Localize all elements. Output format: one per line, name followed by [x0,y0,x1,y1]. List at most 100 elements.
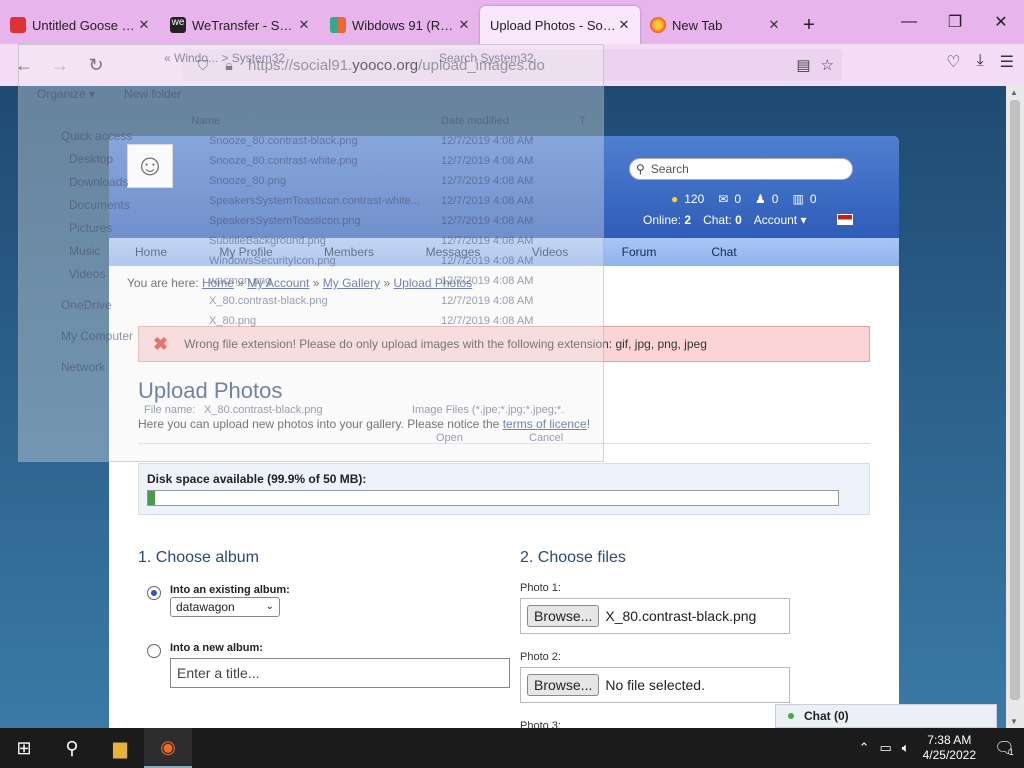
error-icon: ✖ [153,333,169,354]
photo-1-browse-button[interactable]: Browse... [527,605,600,627]
minimize-icon[interactable]: — [886,0,932,44]
choose-album-heading: 1. Choose album [138,549,259,566]
firefox-icon[interactable]: ◉ [144,728,192,768]
error-message: ✖ Wrong file extension! Please do only u… [138,326,870,362]
tab-close-icon[interactable]: ✕ [296,17,312,33]
tab-close-icon[interactable]: ✕ [136,17,152,33]
windows-favicon-icon [330,17,346,33]
menu-videos[interactable]: Videos [507,238,593,266]
mail-stat[interactable]: ✉ 0 [718,192,741,206]
new-tab-button[interactable]: + [790,6,828,44]
tab-goose[interactable]: Untitled Goose Gam ✕ [0,6,160,44]
page-title: Upload Photos [138,378,283,403]
shield-icon[interactable]: ⛉ [190,57,216,74]
breadcrumb-my-account[interactable]: My Account [247,276,309,290]
menu-messages[interactable]: Messages [399,238,507,266]
menu-home[interactable]: Home [109,238,193,266]
clock-date: 4/25/2022 [922,748,976,762]
new-album-title-input[interactable]: Enter a title... [170,658,510,688]
user-stats: ● 120 ✉ 0 ♟ 0 ▥ 0 [671,192,817,206]
site-search-input[interactable]: ⚲ Search [629,158,853,180]
new-album-radio[interactable] [147,644,161,658]
friends-stat[interactable]: ♟ 0 [755,192,778,206]
scrollbar-thumb[interactable] [1010,100,1020,700]
system-tray: ⌃ ▭ 🔈︎ 7:38 AM 4/25/2022 🗨︎ 1 [854,728,1024,768]
pocket-icon[interactable]: ♡ [946,52,960,72]
search-icon[interactable]: ⚲ [48,728,96,768]
account-menu[interactable]: Account ▾ [754,213,807,227]
language-flag-icon[interactable] [837,214,853,225]
download-icon[interactable]: ⤓ [977,52,984,72]
breadcrumb-home[interactable]: Home [202,276,234,290]
divider [138,443,870,444]
photo-1-file-input[interactable]: Browse... X_80.contrast-black.png [520,598,790,634]
tab-bar: Untitled Goose Gam ✕ we WeTransfer - Sen… [0,0,1024,44]
intro-end: ! [586,417,591,431]
notes-stat[interactable]: ▥ 0 [792,192,816,206]
terms-link[interactable]: terms of licence [503,417,587,431]
clock-time: 7:38 AM [927,733,972,747]
photo-2-filename: No file selected. [605,677,705,693]
online-dot-icon [788,713,794,719]
coins-stat[interactable]: ● 120 [671,192,704,206]
chat-widget-label: Chat (0) [804,709,849,723]
search-icon: ⚲ [636,162,645,176]
page-scrollbar[interactable]: ▲ ▼ [1006,86,1024,728]
chat-widget[interactable]: Chat (0) [775,704,997,728]
clock[interactable]: 7:38 AM 4/25/2022 [923,733,976,763]
reader-view-icon[interactable]: ▤ [796,56,810,74]
error-text: Wrong file extension! Please do only upl… [184,337,707,351]
file-explorer-icon[interactable]: ▆ [96,728,144,768]
photo-2-browse-button[interactable]: Browse... [527,674,600,696]
intro-text: Here you can upload new photos into your… [138,417,590,431]
breadcrumb-upload-photos[interactable]: Upload Photos [393,276,472,290]
lock-icon[interactable]: 🔒︎ [216,57,242,74]
online-count[interactable]: Online: 2 [643,213,691,227]
tab-new-tab[interactable]: New Tab ✕ [640,6,790,44]
notification-icon[interactable]: 🗨︎ 1 [984,738,1024,758]
tab-close-icon[interactable]: ✕ [766,17,782,33]
intro-body: Here you can upload new photos into your… [138,417,500,431]
breadcrumb-separator: » [312,276,320,290]
photo-2-file-input[interactable]: Browse... No file selected. [520,667,790,703]
breadcrumb-separator: » [237,276,245,290]
windows-start-icon[interactable]: ⊞ [0,728,48,768]
network-icon[interactable]: ▭ [880,740,892,756]
menu-icon[interactable]: ☰ [1000,52,1014,72]
url-text[interactable]: https://social91.yooco.org/upload_images… [248,57,545,74]
menu-chat[interactable]: Chat [685,238,763,266]
close-window-icon[interactable]: ✕ [978,0,1024,44]
photo-1-filename: X_80.contrast-black.png [605,608,757,624]
tab-wibdows[interactable]: Wibdows 91 (REL6 F ✕ [320,6,480,44]
menu-members[interactable]: Members [299,238,399,266]
chat-count[interactable]: Chat: 0 [703,213,742,227]
tab-upload-photos[interactable]: Upload Photos - Social9 ✕ [480,6,640,44]
back-icon[interactable]: ← [6,49,42,81]
bookmark-star-icon[interactable]: ☆ [821,56,834,74]
site-logo[interactable]: ☺ [127,144,173,188]
disk-space-bar [147,490,839,506]
volume-icon[interactable]: 🔈︎ [902,740,910,756]
new-album-label: Into a new album: [170,642,263,654]
existing-album-label: Into an existing album: [170,584,290,596]
menu-my-profile[interactable]: My Profile [193,238,299,266]
forward-icon[interactable]: → [42,49,78,81]
menu-forum[interactable]: Forum [593,238,685,266]
breadcrumb-my-gallery[interactable]: My Gallery [323,276,380,290]
album-select-value: datawagon [176,600,235,614]
notification-count: 1 [1008,747,1014,757]
scroll-up-icon[interactable]: ▲ [1010,88,1018,97]
tab-wetransfer[interactable]: we WeTransfer - Send L ✕ [160,6,320,44]
maximize-icon[interactable]: ❐ [932,0,978,44]
tray-chevron-icon[interactable]: ⌃ [859,740,870,756]
existing-album-radio[interactable] [147,586,161,600]
url-bar[interactable]: ⛉ 🔒︎ https://social91.yooco.org/upload_i… [182,49,842,81]
album-select[interactable]: datawagon ⌄ [170,597,280,617]
tab-close-icon[interactable]: ✕ [616,17,632,33]
tab-close-icon[interactable]: ✕ [456,17,472,33]
scroll-down-icon[interactable]: ▼ [1010,717,1018,726]
tab-label: Upload Photos - Social9 [490,17,616,33]
window-controls: — ❐ ✕ [886,0,1024,44]
reload-icon[interactable]: ↻ [78,49,114,81]
photo-3-label: Photo 3: [520,720,561,728]
